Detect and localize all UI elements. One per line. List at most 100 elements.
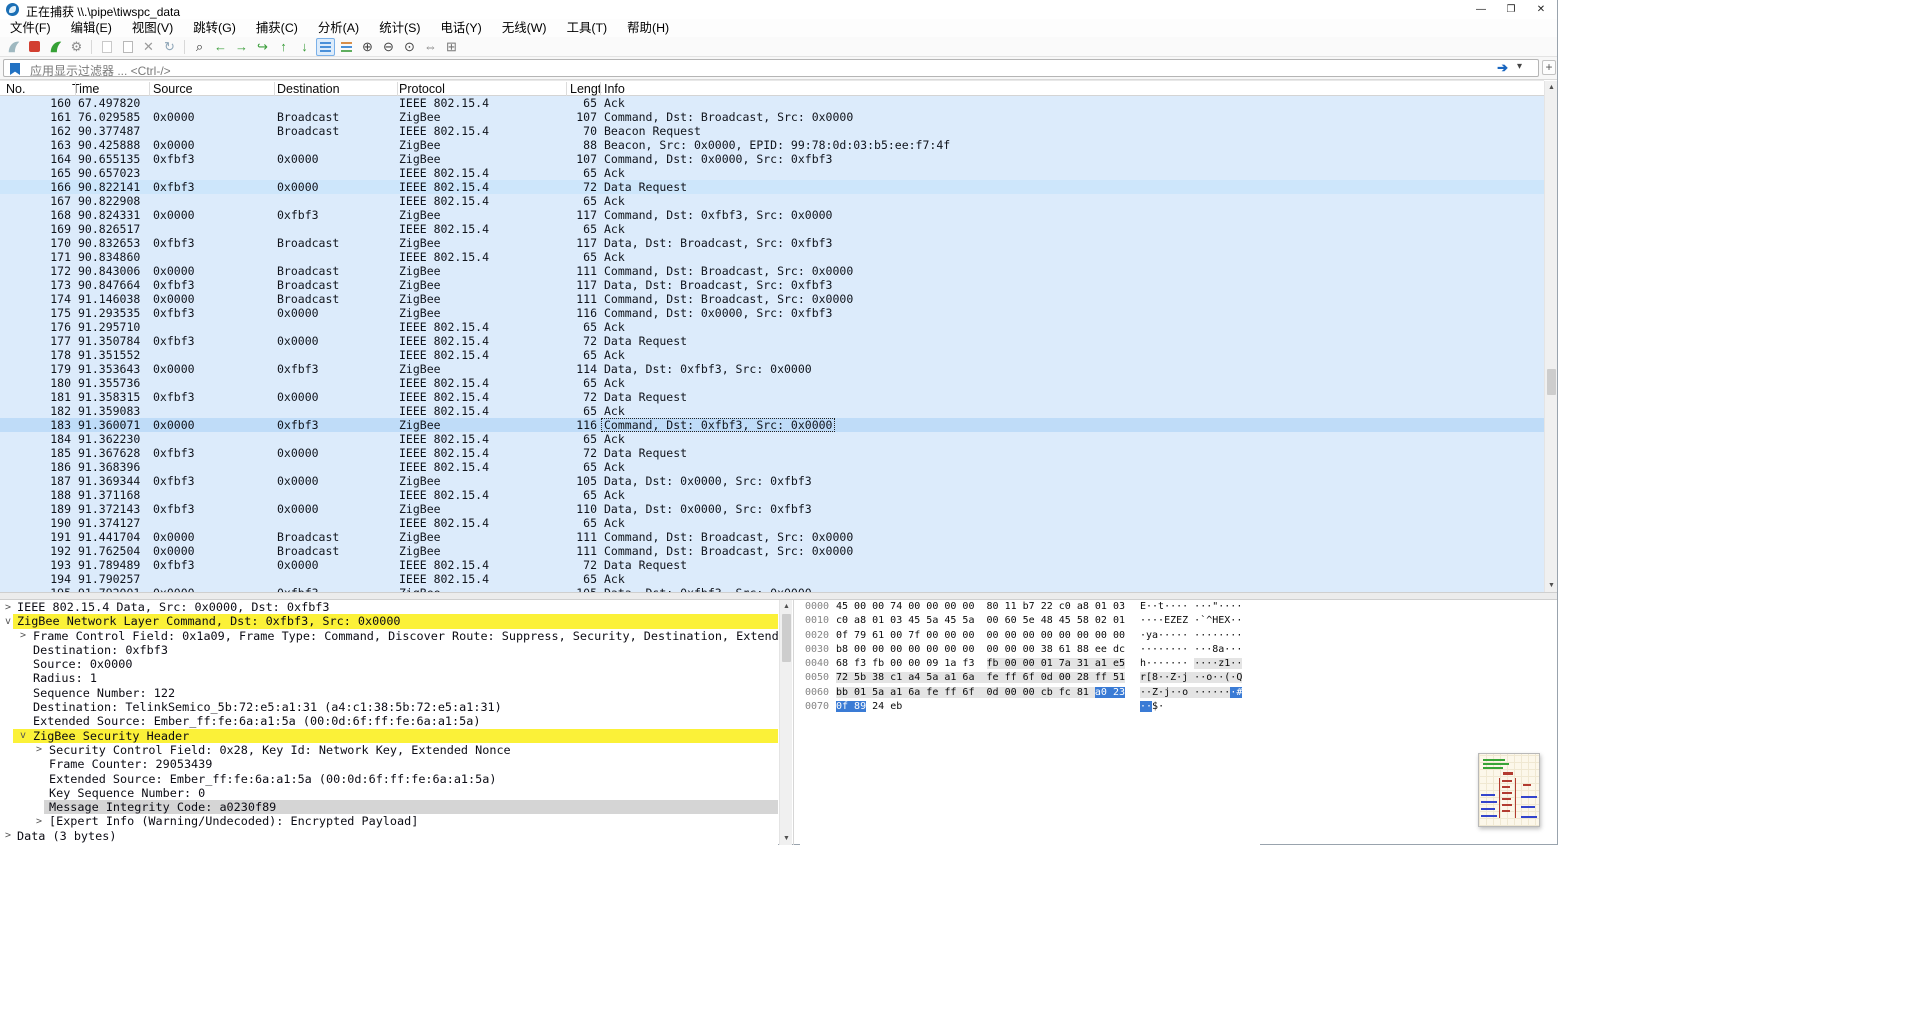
save-file-icon[interactable] [118,38,137,56]
start-capture-icon[interactable] [4,38,23,56]
packet-row-175[interactable]: 17591.2935350xfbf30x0000ZigBee116Command… [0,306,1544,320]
hex-row-0060[interactable]: 0060bb 01 5a a1 6a fe ff 6f 0d 00 00 cb … [800,686,1260,700]
packet-row-180[interactable]: 18091.355736IEEE 802.15.465Ack [0,376,1544,390]
reload-file-icon[interactable]: ↻ [160,38,179,56]
detail-row-16[interactable]: >Data (3 bytes) [0,829,778,843]
expanded-arrow-icon[interactable]: v [5,615,11,629]
menu-item-5[interactable]: 分析(A) [308,19,369,37]
packet-row-161[interactable]: 16176.0295850x0000BroadcastZigBee107Comm… [0,110,1544,124]
zoom-in-icon[interactable]: ⊕ [358,38,377,56]
schematic-preview-thumbnail[interactable] [1478,753,1540,827]
hex-row-0010[interactable]: 0010c0 a8 01 03 45 5a 45 5a 00 60 5e 48 … [800,614,1260,628]
column-separator[interactable] [600,82,601,96]
packet-list-scroll-thumb[interactable] [1547,369,1556,395]
capture-options-icon[interactable]: ⚙ [67,38,86,56]
detail-row-2[interactable]: >Frame Control Field: 0x1a09, Frame Type… [0,629,778,643]
scroll-down-icon[interactable]: ▼ [780,832,793,845]
packet-list-header[interactable]: No.TimeSourceDestinationProtocolLengtInf… [0,80,1544,96]
filter-dropdown-chevron-icon[interactable]: ▾ [1517,61,1522,72]
menu-item-9[interactable]: 工具(T) [557,19,618,37]
packet-row-174[interactable]: 17491.1460380x0000BroadcastZigBee111Comm… [0,292,1544,306]
restore-button[interactable]: ❐ [1496,0,1526,19]
zoom-100-icon[interactable]: ⊙ [400,38,419,56]
menu-item-0[interactable]: 文件(F) [0,19,61,37]
hex-row-0020[interactable]: 00200f 79 61 00 7f 00 00 00 00 00 00 00 … [800,629,1260,643]
packet-row-194[interactable]: 19491.790257IEEE 802.15.465Ack [0,572,1544,586]
packet-row-182[interactable]: 18291.359083IEEE 802.15.465Ack [0,404,1544,418]
column-separator[interactable] [149,82,150,96]
filter-bookmark-icon[interactable] [10,63,20,75]
column-header-info[interactable]: Info [604,82,625,96]
collapsed-arrow-icon[interactable]: > [36,815,42,829]
menu-item-4[interactable]: 捕获(C) [246,19,308,37]
collapsed-arrow-icon[interactable]: > [5,601,11,615]
packet-row-179[interactable]: 17991.3536430x00000xfbf3ZigBee114Data, D… [0,362,1544,376]
menu-item-10[interactable]: 帮助(H) [617,19,679,37]
detail-row-4[interactable]: Source: 0x0000 [0,657,778,671]
packet-row-177[interactable]: 17791.3507840xfbf30x0000IEEE 802.15.472D… [0,334,1544,348]
hex-row-0000[interactable]: 000045 00 00 74 00 00 00 00 80 11 b7 22 … [800,600,1260,614]
packet-row-193[interactable]: 19391.7894890xfbf30x0000IEEE 802.15.472D… [0,558,1544,572]
packet-row-163[interactable]: 16390.4258880x0000ZigBee88Beacon, Src: 0… [0,138,1544,152]
menu-item-3[interactable]: 跳转(G) [183,19,246,37]
packet-row-173[interactable]: 17390.8476640xfbf3BroadcastZigBee117Data… [0,278,1544,292]
apply-filter-icon[interactable]: ➔ [1497,60,1508,76]
packet-row-168[interactable]: 16890.8243310x00000xfbf3ZigBee117Command… [0,208,1544,222]
collapsed-arrow-icon[interactable]: > [5,829,11,843]
packet-row-160[interactable]: 16067.497820IEEE 802.15.465Ack [0,96,1544,110]
resize-columns-icon[interactable]: ⇔ [421,38,440,56]
column-separator[interactable] [566,82,567,96]
packet-row-167[interactable]: 16790.822908IEEE 802.15.465Ack [0,194,1544,208]
detail-row-1[interactable]: vZigBee Network Layer Command, Dst: 0xfb… [0,614,778,628]
packet-row-183[interactable]: 18391.3600710x00000xfbf3ZigBee116Command… [0,418,1544,432]
collapsed-arrow-icon[interactable]: > [20,629,26,643]
hex-row-0040[interactable]: 004068 f3 fb 00 00 09 1a f3 fb 00 00 01 … [800,657,1260,671]
detail-row-11[interactable]: Frame Counter: 29053439 [0,757,778,771]
menu-item-6[interactable]: 统计(S) [369,19,430,37]
menu-item-8[interactable]: 无线(W) [492,19,557,37]
stop-capture-icon[interactable] [25,38,44,56]
packet-row-181[interactable]: 18191.3583150xfbf30x0000IEEE 802.15.472D… [0,390,1544,404]
details-hex-divider[interactable] [793,600,794,845]
packet-row-184[interactable]: 18491.362230IEEE 802.15.465Ack [0,432,1544,446]
auto-scroll-icon[interactable] [316,38,335,56]
column-separator[interactable] [75,82,76,96]
detail-row-5[interactable]: Radius: 1 [0,671,778,685]
packet-list-scrollbar[interactable]: ▲ ▼ [1544,81,1557,592]
scroll-up-icon[interactable]: ▲ [1545,81,1558,94]
go-to-packet-icon[interactable]: ↪ [253,38,272,56]
scroll-up-icon[interactable]: ▲ [780,600,793,613]
display-filter-input[interactable]: 应用显示过滤器 ... <Ctrl-/> ➔ ▾ [3,59,1539,77]
packet-row-192[interactable]: 19291.7625040x0000BroadcastZigBee111Comm… [0,544,1544,558]
packet-row-190[interactable]: 19091.374127IEEE 802.15.465Ack [0,516,1544,530]
packet-row-185[interactable]: 18591.3676280xfbf30x0000IEEE 802.15.472D… [0,446,1544,460]
packet-row-188[interactable]: 18891.371168IEEE 802.15.465Ack [0,488,1544,502]
close-file-icon[interactable]: ✕ [139,38,158,56]
go-forward-icon[interactable]: → [232,38,251,56]
detail-row-10[interactable]: >Security Control Field: 0x28, Key Id: N… [0,743,778,757]
column-header-source[interactable]: Source [153,82,193,96]
numbered-columns-icon[interactable]: ⊞ [442,38,461,56]
details-scroll-thumb[interactable] [782,614,791,662]
packet-row-166[interactable]: 16690.8221410xfbf30x0000IEEE 802.15.472D… [0,180,1544,194]
zoom-out-icon[interactable]: ⊖ [379,38,398,56]
scroll-down-icon[interactable]: ▼ [1545,579,1558,592]
detail-row-3[interactable]: Destination: 0xfbf3 [0,643,778,657]
packet-row-162[interactable]: 16290.377487BroadcastIEEE 802.15.470Beac… [0,124,1544,138]
packet-row-164[interactable]: 16490.6551350xfbf30x0000ZigBee107Command… [0,152,1544,166]
packet-row-178[interactable]: 17891.351552IEEE 802.15.465Ack [0,348,1544,362]
hex-row-0030[interactable]: 0030b8 00 00 00 00 00 00 00 00 00 00 38 … [800,643,1260,657]
hex-row-0050[interactable]: 005072 5b 38 c1 a4 5a a1 6a fe ff 6f 0d … [800,671,1260,685]
column-header-time[interactable]: Time [72,82,99,96]
detail-row-9[interactable]: vZigBee Security Header [0,729,778,743]
find-packet-icon[interactable]: ⌕ [190,38,209,56]
column-header-no[interactable]: No. [6,82,25,96]
packet-row-171[interactable]: 17190.834860IEEE 802.15.465Ack [0,250,1544,264]
menu-item-7[interactable]: 电话(Y) [431,19,492,37]
column-header-lengt[interactable]: Lengt [570,82,601,96]
menu-item-1[interactable]: 编辑(E) [61,19,122,37]
colorize-packets-icon[interactable] [337,38,356,56]
packet-row-170[interactable]: 17090.8326530xfbf3BroadcastZigBee117Data… [0,236,1544,250]
collapsed-arrow-icon[interactable]: > [36,743,42,757]
packet-row-169[interactable]: 16990.826517IEEE 802.15.465Ack [0,222,1544,236]
